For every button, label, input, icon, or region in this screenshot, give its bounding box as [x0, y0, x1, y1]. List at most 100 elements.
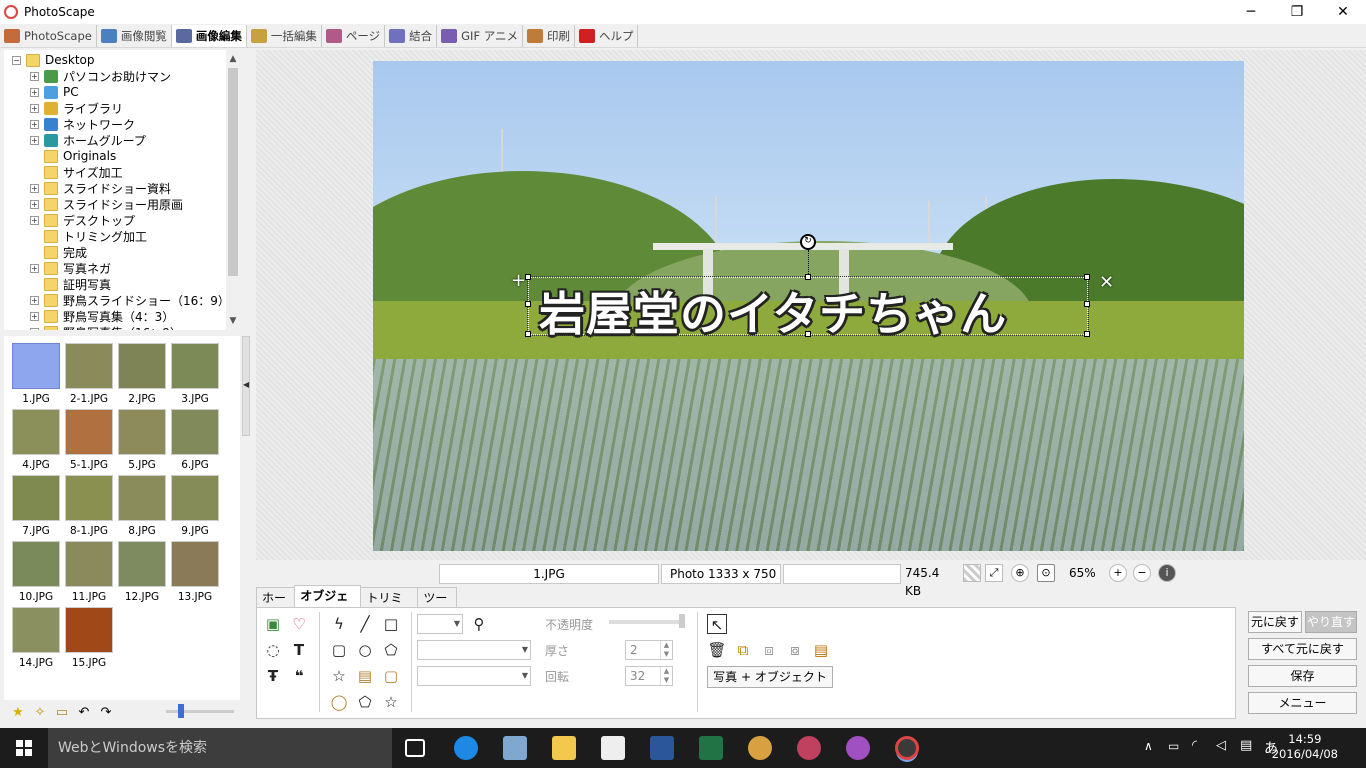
tree-item[interactable]: + ホームグループ	[30, 132, 146, 148]
quote-icon[interactable]: ❝	[289, 666, 309, 686]
back-arrow-icon[interactable]: ↶	[76, 705, 92, 721]
move-cross-icon[interactable]: +	[511, 270, 526, 291]
thumbnail-item[interactable]: 12.JPG	[117, 541, 167, 603]
open-folder-icon[interactable]: ▭	[54, 705, 70, 721]
eyedropper-icon[interactable]: ⚲	[469, 614, 489, 634]
thumbnail-image[interactable]	[171, 343, 219, 389]
filled-rect-tool-icon[interactable]: ▤	[355, 666, 375, 686]
taskbar-clock[interactable]: 14:59 2016/04/08	[1272, 732, 1338, 762]
main-tab-2[interactable]: 画像編集	[171, 24, 247, 47]
store-icon[interactable]	[601, 736, 625, 760]
expand-icon[interactable]: +	[30, 135, 39, 145]
slider-knob[interactable]	[679, 614, 685, 628]
filled-circle-icon[interactable]: ◯	[329, 692, 349, 712]
thumbnail-item[interactable]: 2.JPG	[117, 343, 167, 405]
insert-icon-icon[interactable]: ♡	[289, 614, 309, 634]
select-pointer-icon[interactable]: ↖	[707, 614, 727, 634]
word-icon[interactable]	[650, 736, 674, 760]
thumbnail-item[interactable]: 13.JPG	[170, 541, 220, 603]
thumbnail-image[interactable]	[12, 541, 60, 587]
paint-app-icon[interactable]	[748, 736, 772, 760]
color-picker-dropdown[interactable]: ▼	[417, 614, 463, 634]
zoom-actual-icon[interactable]: ⊙	[1037, 564, 1055, 582]
add-favorite-icon[interactable]: ✧	[32, 705, 48, 721]
expand-icon[interactable]: +	[30, 295, 39, 305]
line-tool-icon[interactable]: ╱	[355, 614, 375, 634]
photo-app-icon[interactable]	[797, 736, 821, 760]
thumbnail-image[interactable]	[171, 541, 219, 587]
thumbnail-item[interactable]: 11.JPG	[64, 541, 114, 603]
tree-item[interactable]: サイズ加工	[30, 164, 123, 180]
volume-icon[interactable]: ◁	[1216, 738, 1226, 753]
info-icon[interactable]: i	[1158, 564, 1176, 582]
thumbnail-item[interactable]: 14.JPG	[11, 607, 61, 669]
favorite-star-icon[interactable]: ★	[10, 705, 26, 721]
rectangle-tool-icon[interactable]: □	[381, 614, 401, 634]
duplicate-object-icon[interactable]: ⧉	[733, 640, 753, 660]
folder-tree[interactable]: − Desktop + パソコンお助けマン + PC + ライブラリ + ネットワーク + ホーム…	[4, 50, 240, 330]
star-tool-icon[interactable]: ☆	[329, 666, 349, 686]
thumbnail-item[interactable]: 9.JPG	[170, 475, 220, 537]
tree-item-desktop[interactable]: − Desktop	[12, 52, 95, 68]
forward-arrow-icon[interactable]: ↷	[98, 705, 114, 721]
taskbar-search-box[interactable]: WebとWindowsを検索	[48, 728, 392, 768]
opacity-slider[interactable]	[609, 614, 685, 628]
thumbnail-item[interactable]: 2-1.JPG	[64, 343, 114, 405]
thumbnail-image[interactable]	[118, 343, 166, 389]
expand-icon[interactable]: +	[30, 311, 39, 321]
main-tab-6[interactable]: GIF アニメ	[437, 24, 523, 47]
tree-item[interactable]: + 野鳥写真集（16：9）	[30, 324, 182, 330]
thumbnail-image[interactable]	[118, 475, 166, 521]
expand-icon[interactable]: +	[30, 263, 39, 273]
text-object-content[interactable]: 岩屋堂のイタチちゃん	[539, 278, 1007, 344]
filled-rounded-rect-icon[interactable]: ▢	[381, 666, 401, 686]
slider-knob[interactable]	[178, 704, 184, 718]
expand-icon[interactable]: +	[30, 119, 39, 129]
filled-star-icon[interactable]: ☆	[381, 692, 401, 712]
expand-icon[interactable]: +	[30, 103, 39, 113]
thumbnail-image[interactable]	[65, 541, 113, 587]
scroll-down-icon[interactable]: ▼	[226, 314, 240, 328]
battery-icon[interactable]: ▭	[1168, 739, 1179, 753]
thumbnail-image[interactable]	[118, 409, 166, 455]
menu-button[interactable]: メニュー	[1248, 692, 1357, 714]
tree-item[interactable]: + ネットワーク	[30, 116, 135, 132]
task-view-icon[interactable]	[405, 739, 425, 757]
tree-scrollbar[interactable]: ▲ ▼	[226, 50, 240, 330]
thumbnail-image[interactable]	[65, 607, 113, 653]
fill-style-dropdown[interactable]: ▼	[417, 666, 531, 686]
file-explorer-icon[interactable]	[552, 736, 576, 760]
spinner-arrows-icon[interactable]: ▲ ▼	[660, 667, 672, 685]
thumbnail-item[interactable]: 8.JPG	[117, 475, 167, 537]
freehand-line-icon[interactable]: ϟ	[329, 614, 349, 634]
graphics-app-icon[interactable]	[846, 736, 870, 760]
text-tool-icon[interactable]: T	[289, 640, 309, 660]
editor-canvas[interactable]: ↻ + ✕ 岩屋堂のイタチちゃん	[256, 50, 1366, 560]
undo-button[interactable]: 元に戻す	[1248, 611, 1302, 633]
thumbnail-image[interactable]	[12, 607, 60, 653]
thumbnail-image[interactable]	[118, 541, 166, 587]
tray-chevron-icon[interactable]: ∧	[1144, 739, 1153, 753]
photoscape-taskbar-icon[interactable]	[895, 736, 919, 760]
thumbnail-item[interactable]: 5-1.JPG	[64, 409, 114, 471]
circle-tool-icon[interactable]: ○	[355, 640, 375, 660]
resize-handle[interactable]	[1084, 331, 1090, 337]
tree-item[interactable]: トリミング加工	[30, 228, 147, 244]
wifi-icon[interactable]: ◜	[1192, 738, 1197, 753]
edge-browser-icon[interactable]	[454, 736, 478, 760]
thumbnail-size-slider[interactable]	[166, 704, 234, 718]
main-tab-5[interactable]: 結合	[385, 24, 438, 47]
tree-item[interactable]: + デスクトップ	[30, 212, 135, 228]
resize-handle[interactable]	[805, 331, 811, 337]
fit-window-icon[interactable]: ⤢	[985, 564, 1003, 582]
collapse-arrow-icon[interactable]: ◀	[243, 380, 249, 389]
filled-pentagon-icon[interactable]: ⬠	[355, 692, 375, 712]
thumbnail-item[interactable]: 4.JPG	[11, 409, 61, 471]
sub-tab-2[interactable]: トリミング	[360, 587, 419, 625]
tree-item[interactable]: Originals	[30, 148, 116, 164]
photo-image[interactable]: ↻ + ✕ 岩屋堂のイタチちゃん	[373, 61, 1244, 551]
resize-handle[interactable]	[525, 274, 531, 280]
thumbnail-image[interactable]	[171, 475, 219, 521]
spinner-arrows-icon[interactable]: ▲ ▼	[660, 641, 672, 659]
thumbnail-item[interactable]: 5.JPG	[117, 409, 167, 471]
